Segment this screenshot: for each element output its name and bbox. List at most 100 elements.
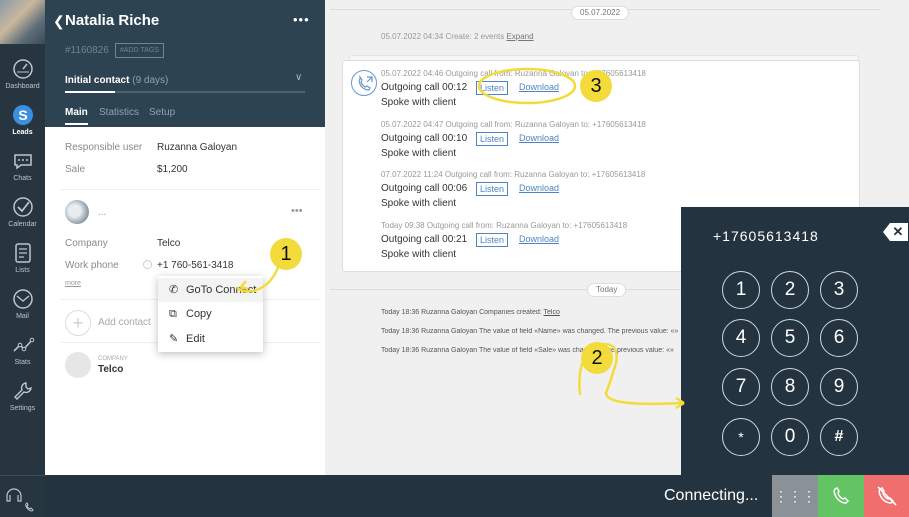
key-6[interactable]: 6 <box>820 319 858 357</box>
contact-more-icon[interactable]: ••• <box>291 205 303 217</box>
key-7[interactable]: 7 <box>722 368 760 406</box>
tab-setup[interactable]: Setup <box>149 107 175 118</box>
add-contact-button[interactable]: Add contact <box>98 317 151 328</box>
call-title: Outgoing call 00:10 <box>381 133 468 144</box>
annotation-badge-1: 1 <box>270 238 302 270</box>
create-line: 05.07.2022 04:34 Create: 2 events Expand <box>381 32 534 41</box>
tab-main[interactable]: Main <box>65 107 88 125</box>
backspace-icon[interactable]: ✕ <box>883 223 908 241</box>
field-label: Sale <box>65 164 86 175</box>
key-3[interactable]: 3 <box>820 271 858 309</box>
company-value[interactable]: Telco <box>157 238 180 249</box>
headset-icon <box>6 488 34 512</box>
menu-item-copy[interactable]: ⧉ Copy <box>158 302 263 326</box>
chevron-left-icon[interactable]: ❮ <box>53 13 65 30</box>
listen-button[interactable]: Listen <box>476 132 509 146</box>
menu-item-goto-connect[interactable]: ✆ GoTo Connect <box>158 278 263 302</box>
download-link[interactable]: Download <box>519 234 559 244</box>
annotation-badge-3: 3 <box>580 70 612 102</box>
download-link[interactable]: Download <box>519 133 559 143</box>
call-meta: Today 09:38 Outgoing call from: Ruzanna … <box>381 221 628 230</box>
key-hash[interactable]: # <box>820 418 858 456</box>
call-bar: Connecting... ⋮⋮⋮ <box>0 475 909 517</box>
listen-button[interactable]: Listen <box>476 182 509 196</box>
grid-icon: ⋮⋮⋮ <box>774 488 816 504</box>
field-label: Company <box>65 238 108 249</box>
menu-item-edit[interactable]: ✎ Edit <box>158 327 263 351</box>
call-note: Spoke with client <box>381 148 457 159</box>
responsible-user-value[interactable]: Ruzanna Galoyan <box>157 142 237 153</box>
lead-header: ❮ Natalia Riche ••• #1160826 #ADD TAGS I… <box>45 0 325 127</box>
key-0[interactable]: 0 <box>771 418 809 456</box>
call-note: Spoke with client <box>381 249 457 260</box>
listen-button[interactable]: Listen <box>476 233 509 247</box>
nav-chats[interactable]: Chats <box>0 149 45 182</box>
download-link[interactable]: Download <box>519 183 559 193</box>
work-phone-value[interactable]: +1 760-561-3418 <box>157 260 233 271</box>
stats-icon <box>12 337 34 352</box>
keypad-toggle-button[interactable]: ⋮⋮⋮ <box>772 475 818 517</box>
phone-context-menu: ✆ GoTo Connect ⧉ Copy ✎ Edit <box>158 276 263 352</box>
expand-link[interactable]: Expand <box>506 32 533 41</box>
hang-up-button[interactable] <box>864 475 909 517</box>
company-avatar[interactable] <box>65 352 91 378</box>
key-star[interactable]: * <box>722 418 760 456</box>
hang-up-icon <box>877 486 897 506</box>
key-8[interactable]: 8 <box>771 368 809 406</box>
contact-avatar[interactable] <box>65 200 89 224</box>
pipeline-stage[interactable]: Initial contact (9 days) <box>65 75 168 86</box>
phone-icon: ✆ <box>169 284 179 296</box>
call-title: Outgoing call 00:21 <box>381 234 468 245</box>
accept-call-button[interactable] <box>818 475 864 517</box>
sale-value[interactable]: $1,200 <box>157 164 188 175</box>
left-nav: Dashboard S Leads Chats Calendar Lists M… <box>0 0 45 475</box>
dialed-number: +17605613418 <box>713 228 819 244</box>
add-tags-button[interactable]: #ADD TAGS <box>115 43 165 58</box>
dashboard-icon <box>12 59 33 79</box>
menu-item-label: Copy <box>186 308 212 320</box>
stage-days: (9 days) <box>132 75 169 86</box>
menu-item-label: Edit <box>186 333 205 345</box>
system-event: Today 18:36 Ruzanna Galoyan The value of… <box>381 328 679 335</box>
call-meta: 07.07.2022 11:24 Outgoing call from: Ruz… <box>381 170 646 179</box>
contact-name[interactable]: ... <box>98 207 106 218</box>
menu-item-label: GoTo Connect <box>186 284 257 296</box>
download-link[interactable]: Download <box>519 82 559 92</box>
tab-statistics[interactable]: Statistics <box>99 107 139 118</box>
nav-lists[interactable]: Lists <box>0 241 45 274</box>
more-link[interactable]: more <box>65 280 81 287</box>
company-link[interactable]: Telco <box>544 309 560 316</box>
nav-label: Chats <box>13 175 32 182</box>
key-5[interactable]: 5 <box>771 319 809 357</box>
chevron-down-icon[interactable]: ∨ <box>295 72 302 83</box>
key-9[interactable]: 9 <box>820 368 858 406</box>
phone-widget[interactable] <box>0 475 45 517</box>
nav-leads[interactable]: S Leads <box>0 103 45 136</box>
company-name[interactable]: Telco <box>98 364 123 375</box>
settings-icon <box>13 382 32 400</box>
nav-settings[interactable]: Settings <box>0 379 45 412</box>
event-text: Today 18:36 Ruzanna Galoyan Companies cr… <box>381 309 544 316</box>
create-text: 05.07.2022 04:34 Create: 2 events <box>381 32 505 41</box>
key-2[interactable]: 2 <box>771 271 809 309</box>
more-options-icon[interactable]: ••• <box>293 12 310 27</box>
nav-label: Lists <box>15 267 30 274</box>
phone-icon <box>833 487 850 504</box>
chats-icon <box>13 154 32 170</box>
user-avatar[interactable] <box>0 0 45 44</box>
plus-icon[interactable]: + <box>65 310 91 336</box>
key-1[interactable]: 1 <box>722 271 760 309</box>
copy-icon: ⧉ <box>169 308 177 320</box>
listen-button[interactable]: Listen <box>476 81 509 95</box>
nav-label: Stats <box>14 359 31 366</box>
calendar-icon <box>12 197 33 217</box>
nav-dashboard[interactable]: Dashboard <box>0 57 45 90</box>
nav-label: Settings <box>9 405 36 412</box>
nav-calendar[interactable]: Calendar <box>0 195 45 228</box>
pencil-icon: ✎ <box>169 333 179 345</box>
lead-name[interactable]: Natalia Riche <box>65 12 159 29</box>
key-4[interactable]: 4 <box>722 319 760 357</box>
call-title: Outgoing call 00:06 <box>381 183 468 194</box>
nav-stats[interactable]: Stats <box>0 333 45 366</box>
nav-mail[interactable]: Mail <box>0 287 45 320</box>
